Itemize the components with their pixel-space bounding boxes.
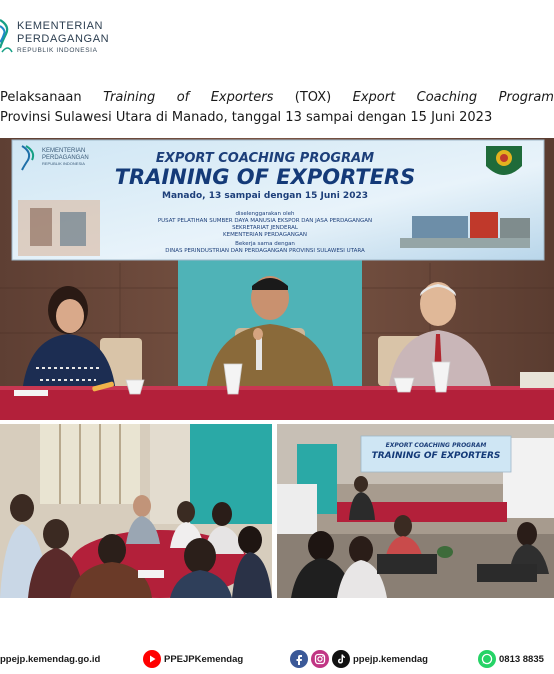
youtube-icon [143,650,161,668]
caption-word: of [176,90,190,105]
main-photo-scene: KEMENTERIAN PERDAGANGAN REPUBLIK INDONES… [0,138,554,420]
banner-date: Manado, 13 sampai dengan 15 Juni 2023 [162,191,368,201]
caption-word: Export [352,90,396,105]
banner-title-1: EXPORT COACHING PROGRAM [156,151,374,166]
brand-line-1: KEMENTERIAN [17,20,104,32]
caption-word: Coaching [416,90,478,105]
kemendag-logo-icon [0,19,13,53]
caption-word: (TOX) [294,90,332,105]
whatsapp-icon [478,650,496,668]
caption-word: Program [498,90,554,105]
website-text: ppejp.kemendag.go.id [0,653,101,665]
brand-line-3: REPUBLIK INDONESIA [17,47,98,54]
instagram-icon[interactable] [311,650,329,668]
youtube-text: PPEJPKemendag [164,653,244,665]
caption-line-2: Provinsi Sulawesi Utara di Manado, tangg… [0,110,493,125]
brand-wordmark: KEMENTERIAN PERDAGANGAN REPUBLIK INDONES… [17,20,109,56]
classroom-scene: EXPORT COACHING PROGRAM TRAINING OF EXPO… [277,424,554,598]
banner-logo-line-1: KEMENTERIAN [42,148,85,154]
banner-org-2: SEKRETARIAT JENDERAL [232,225,299,231]
banner-small-title-1: EXPORT COACHING PROGRAM [386,442,487,449]
whatsapp-text: 0813 8835 [499,653,544,665]
caption-line-1: Pelaksanaan Training of Exporters (TOX) … [0,88,554,108]
brand-line-2: PERDAGANGAN [17,33,110,45]
banner-org-1: PUSAT PELATIHAN SUMBER DAYA MANUSIA EKSP… [158,218,372,224]
footer: ppejp.kemendag.go.id PPEJPKemendag ppejp… [0,640,554,674]
banner-org-3: KEMENTERIAN PERDAGANGAN [223,232,307,238]
website-link[interactable]: ppejp.kemendag.go.id [0,648,100,670]
social-text: ppejp.kemendag [353,653,428,665]
banner-small-title-2: TRAINING OF EXPORTERS [372,451,501,461]
caption-word: Pelaksanaan [0,90,82,105]
group-discussion-scene [0,424,272,598]
social-links[interactable]: ppejp.kemendag [290,648,428,670]
main-photo: KEMENTERIAN PERDAGANGAN REPUBLIK INDONES… [0,138,554,420]
banner-org-4: Bekerja sama dengan [235,241,295,247]
caption-word: Exporters [210,90,274,105]
group-discussion-photo [0,424,272,598]
banner-title-2: TRAINING OF EXPORTERS [115,165,416,189]
banner-org-5: DINAS PERINDUSTRIAN DAN PERDAGANGAN PROV… [165,248,365,254]
header: KEMENTERIAN PERDAGANGAN REPUBLIK INDONES… [0,0,554,70]
facebook-icon[interactable] [290,650,308,668]
caption: Pelaksanaan Training of Exporters (TOX) … [0,88,554,128]
tiktok-icon[interactable] [332,650,350,668]
classroom-photo: EXPORT COACHING PROGRAM TRAINING OF EXPO… [277,424,554,598]
banner-logo-line-3: REPUBLIK INDONESIA [42,161,85,166]
banner-org-0: diselenggarakan oleh [235,211,295,217]
youtube-link[interactable]: PPEJPKemendag [143,648,243,670]
caption-word: Training [103,90,156,105]
whatsapp-link[interactable]: 0813 8835 [478,648,544,670]
